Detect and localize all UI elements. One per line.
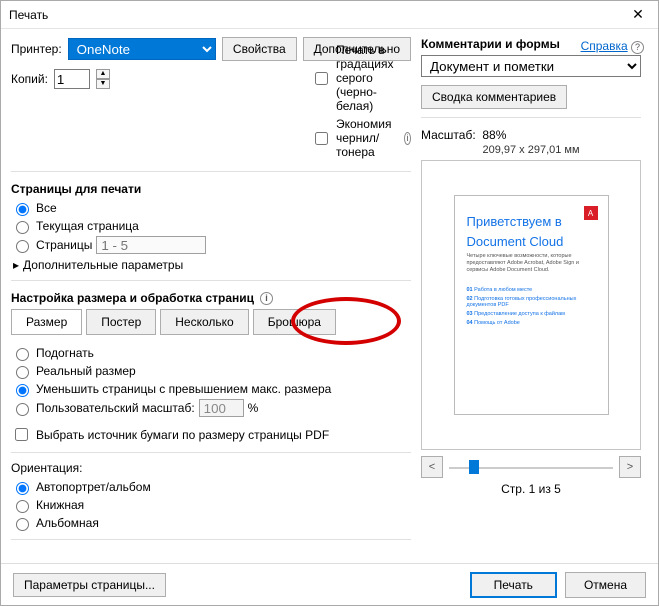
custom-scale-input[interactable] <box>199 399 244 417</box>
pages-range-input[interactable] <box>96 236 206 254</box>
ink-save-checkbox[interactable] <box>315 132 328 145</box>
paper-source-label: Выбрать источник бумаги по размеру стран… <box>36 428 329 442</box>
cancel-button[interactable]: Отмена <box>565 572 646 598</box>
more-params-toggle[interactable]: ▸ <box>13 258 19 272</box>
doc-item-3: Предоставление доступа к файлам <box>474 311 565 317</box>
custom-scale-unit: % <box>248 401 259 415</box>
scale-value: 88% <box>482 128 506 142</box>
tab-size[interactable]: Размер <box>11 309 82 335</box>
page-slider[interactable] <box>449 464 613 470</box>
orient-portrait-radio[interactable] <box>16 500 29 513</box>
doc-title-1: Приветствуем в <box>467 214 596 230</box>
printer-label: Принтер: <box>11 42 62 56</box>
tab-poster[interactable]: Постер <box>86 309 156 335</box>
pages-all-label: Все <box>36 201 57 215</box>
doc-item-4: Помощь от Adobe <box>474 320 520 326</box>
pages-all-radio[interactable] <box>16 203 29 216</box>
scale-label: Масштаб: <box>421 128 476 142</box>
slider-thumb[interactable] <box>469 460 479 474</box>
help-link[interactable]: Справка ? <box>581 39 644 54</box>
copies-down-icon[interactable]: ▼ <box>96 79 110 89</box>
comments-select[interactable]: Документ и пометки <box>421 55 641 77</box>
copies-input[interactable] <box>54 69 90 89</box>
orientation-title: Ориентация: <box>11 461 411 475</box>
shrink-label: Уменьшить страницы с превышением макс. р… <box>36 382 331 396</box>
summarize-comments-button[interactable]: Сводка комментариев <box>421 85 567 109</box>
orient-landscape-radio[interactable] <box>16 518 29 531</box>
more-params-label[interactable]: Дополнительные параметры <box>23 258 183 272</box>
page-setup-button[interactable]: Параметры страницы... <box>13 573 166 597</box>
orient-auto-radio[interactable] <box>16 482 29 495</box>
page-counter: Стр. 1 из 5 <box>421 482 641 496</box>
prev-page-button[interactable]: < <box>421 456 443 478</box>
custom-scale-radio[interactable] <box>16 403 29 416</box>
sizing-group-title: Настройка размера и обработка страниц <box>11 291 254 305</box>
copies-up-icon[interactable]: ▲ <box>96 69 110 79</box>
fit-radio[interactable] <box>16 348 29 361</box>
pages-current-radio[interactable] <box>16 221 29 234</box>
adobe-logo-icon: A <box>584 206 598 220</box>
help-icon: ? <box>631 41 644 54</box>
fit-label: Подогнать <box>36 346 94 360</box>
properties-button[interactable]: Свойства <box>222 37 297 61</box>
tab-multiple[interactable]: Несколько <box>160 309 248 335</box>
orient-auto-label: Автопортрет/альбом <box>36 480 151 494</box>
doc-title-2: Document Cloud <box>467 234 596 250</box>
orient-landscape-label: Альбомная <box>36 516 99 530</box>
doc-item-1: Работа в любом месте <box>474 287 532 293</box>
page-dimensions: 209,97 x 297,01 мм <box>421 144 641 156</box>
doc-item-2: Подготовка готовых профессиональных доку… <box>467 296 577 308</box>
pages-range-radio[interactable] <box>16 240 29 253</box>
custom-scale-label: Пользовательский масштаб: <box>36 401 195 415</box>
paper-source-checkbox[interactable] <box>15 428 28 441</box>
pages-range-label: Страницы <box>36 238 92 252</box>
doc-subtitle: Четыре ключевые возможности, которые пре… <box>467 253 596 274</box>
next-page-button[interactable]: > <box>619 456 641 478</box>
print-preview: A Приветствуем в Document Cloud Четыре к… <box>421 160 641 450</box>
info-icon: i <box>404 132 411 145</box>
shrink-radio[interactable] <box>16 384 29 397</box>
ink-save-label: Экономия чернил/тонера <box>336 117 399 159</box>
print-button[interactable]: Печать <box>470 572 557 598</box>
printer-select[interactable]: OneNote <box>68 38 216 60</box>
tab-booklet[interactable]: Брошюра <box>253 309 336 335</box>
pages-group-title: Страницы для печати <box>11 182 411 196</box>
pages-current-label: Текущая страница <box>36 219 139 233</box>
grayscale-label: Печать в градациях серого (черно-белая) <box>336 43 411 113</box>
actual-label: Реальный размер <box>36 364 136 378</box>
info-icon: i <box>260 292 273 305</box>
grayscale-checkbox[interactable] <box>315 72 328 85</box>
close-icon[interactable]: ✕ <box>626 6 650 23</box>
copies-label: Копий: <box>11 72 48 86</box>
preview-page: A Приветствуем в Document Cloud Четыре к… <box>454 195 609 415</box>
actual-radio[interactable] <box>16 366 29 379</box>
orient-portrait-label: Книжная <box>36 498 84 512</box>
window-title: Печать <box>9 8 626 22</box>
